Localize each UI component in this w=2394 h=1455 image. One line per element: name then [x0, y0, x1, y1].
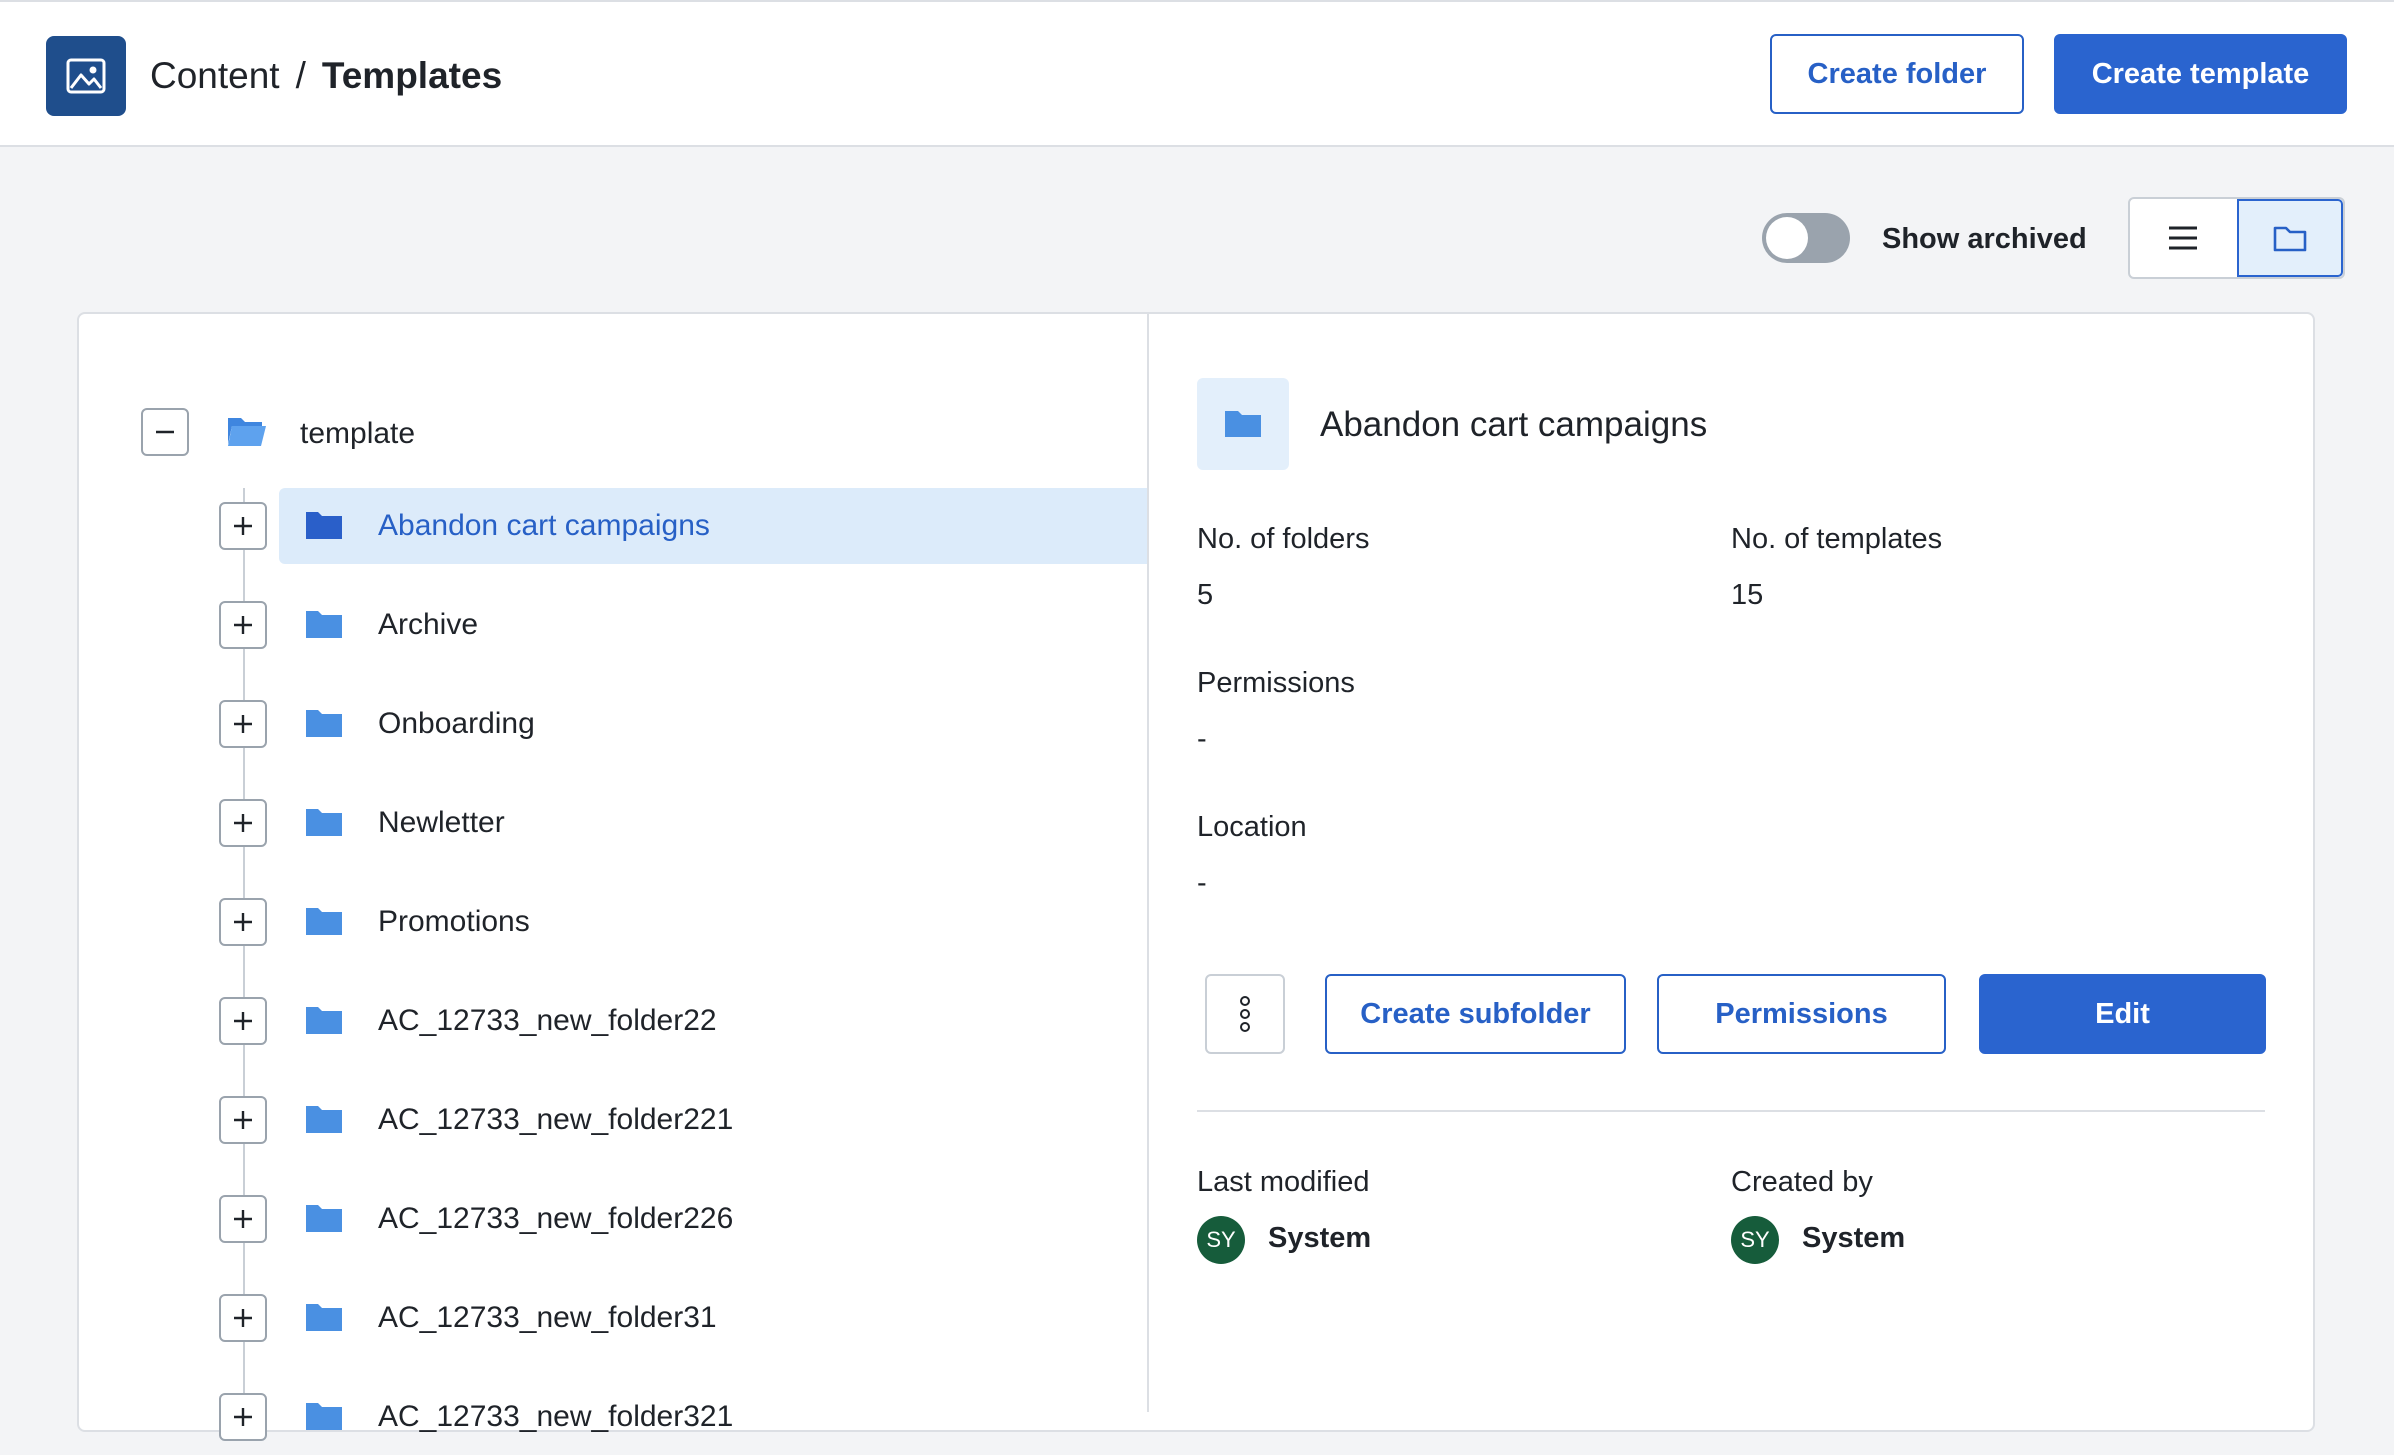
expand-button[interactable]	[219, 1096, 267, 1144]
last-modified-label: Last modified	[1197, 1166, 1370, 1198]
permissions-value: -	[1197, 723, 1207, 755]
permissions-button[interactable]: Permissions	[1657, 974, 1946, 1054]
folders-count-value: 5	[1197, 579, 1214, 611]
expand-button[interactable]	[219, 700, 267, 748]
tree-item-label: Promotions	[378, 905, 530, 938]
avatar: SY	[1197, 1216, 1245, 1264]
toggle-knob	[1766, 217, 1808, 259]
create-subfolder-button[interactable]: Create subfolder	[1325, 974, 1626, 1054]
create-template-button[interactable]: Create template	[2054, 34, 2347, 114]
show-archived-toggle[interactable]	[1762, 213, 1850, 263]
created-by-label: Created by	[1731, 1166, 1873, 1198]
tree-item[interactable]: Abandon cart campaigns	[0, 488, 1147, 564]
image-icon	[46, 36, 126, 116]
breadcrumb-separator: /	[295, 55, 306, 96]
tree-item[interactable]: Newletter	[0, 785, 1147, 861]
breadcrumb-root[interactable]: Content	[150, 52, 280, 100]
folder-icon	[2273, 226, 2307, 252]
folders-count-label: No. of folders	[1197, 523, 1370, 555]
plus-icon	[234, 1111, 252, 1129]
permissions-label: Permissions	[1197, 667, 1355, 699]
list-icon	[2169, 226, 2198, 250]
folder-icon	[305, 510, 343, 545]
panel-divider	[1147, 312, 1149, 1412]
tree-item-label: AC_12733_new_folder22	[378, 1004, 717, 1037]
folder-icon	[305, 906, 343, 941]
plus-icon	[234, 1408, 252, 1426]
tree-item[interactable]: AC_12733_new_folder226	[0, 1181, 1147, 1257]
tree-item-label: AC_12733_new_folder321	[378, 1400, 734, 1433]
tree-item[interactable]: Onboarding	[0, 686, 1147, 762]
folder-icon	[1197, 378, 1289, 470]
expand-button[interactable]	[219, 601, 267, 649]
minus-icon	[156, 430, 174, 434]
tree-root-label[interactable]: template	[300, 414, 415, 454]
expand-button[interactable]	[219, 1393, 267, 1441]
tree-item-label: Abandon cart campaigns	[378, 509, 710, 542]
created-by-user: System	[1802, 1222, 1906, 1254]
plus-icon	[234, 913, 252, 931]
page-title: Templates	[321, 55, 503, 96]
expand-button[interactable]	[219, 1294, 267, 1342]
collapse-root-button[interactable]	[141, 408, 189, 456]
list-view-button[interactable]	[2130, 199, 2237, 277]
folder-icon	[305, 1401, 343, 1436]
folder-icon	[305, 807, 343, 842]
tree-item[interactable]: AC_12733_new_folder22	[0, 983, 1147, 1059]
templates-count-value: 15	[1731, 579, 1764, 611]
open-folder-icon	[226, 414, 268, 453]
tree-item[interactable]: AC_12733_new_folder31	[0, 1280, 1147, 1356]
plus-icon	[234, 1309, 252, 1327]
details-divider	[1197, 1110, 2265, 1112]
expand-button[interactable]	[219, 799, 267, 847]
folder-icon	[305, 609, 343, 644]
tree-item-label: AC_12733_new_folder31	[378, 1301, 717, 1334]
folder-view-button[interactable]	[2236, 199, 2343, 277]
folder-icon	[305, 1302, 343, 1337]
edit-button[interactable]: Edit	[1979, 974, 2266, 1054]
view-mode-switch	[2128, 197, 2345, 279]
kebab-icon	[1240, 996, 1250, 1032]
folder-icon	[305, 1104, 343, 1139]
templates-count-label: No. of templates	[1731, 523, 1943, 555]
tree-item-label: Onboarding	[378, 707, 535, 740]
tree-item[interactable]: AC_12733_new_folder321	[0, 1379, 1147, 1455]
expand-button[interactable]	[219, 1195, 267, 1243]
content-panel	[77, 312, 2315, 1432]
more-actions-button[interactable]	[1205, 974, 1285, 1054]
plus-icon	[234, 1210, 252, 1228]
folder-icon	[305, 1203, 343, 1238]
last-modified-user: System	[1268, 1222, 1372, 1254]
top-bar: Content / Templates Create folder Create…	[0, 0, 2394, 147]
plus-icon	[234, 715, 252, 733]
plus-icon	[234, 1012, 252, 1030]
show-archived-label: Show archived	[1882, 223, 2087, 255]
breadcrumb: Content / Templates	[150, 52, 502, 100]
plus-icon	[234, 814, 252, 832]
folder-icon	[305, 708, 343, 743]
expand-button[interactable]	[219, 997, 267, 1045]
location-label: Location	[1197, 811, 1307, 843]
plus-icon	[234, 517, 252, 535]
detail-title: Abandon cart campaigns	[1320, 405, 1708, 444]
tree-item-label: AC_12733_new_folder226	[378, 1202, 734, 1235]
tree-item[interactable]: Promotions	[0, 884, 1147, 960]
tree-item-label: Archive	[378, 608, 479, 641]
location-value: -	[1197, 867, 1207, 899]
expand-button[interactable]	[219, 898, 267, 946]
plus-icon	[234, 616, 252, 634]
tree-item-label: Newletter	[378, 806, 505, 839]
avatar: SY	[1731, 1216, 1779, 1264]
create-folder-button[interactable]: Create folder	[1770, 34, 2024, 114]
tree-item-label: AC_12733_new_folder221	[378, 1103, 734, 1136]
expand-button[interactable]	[219, 502, 267, 550]
tree-item[interactable]: AC_12733_new_folder221	[0, 1082, 1147, 1158]
tree-item[interactable]: Archive	[0, 587, 1147, 663]
folder-icon	[305, 1005, 343, 1040]
